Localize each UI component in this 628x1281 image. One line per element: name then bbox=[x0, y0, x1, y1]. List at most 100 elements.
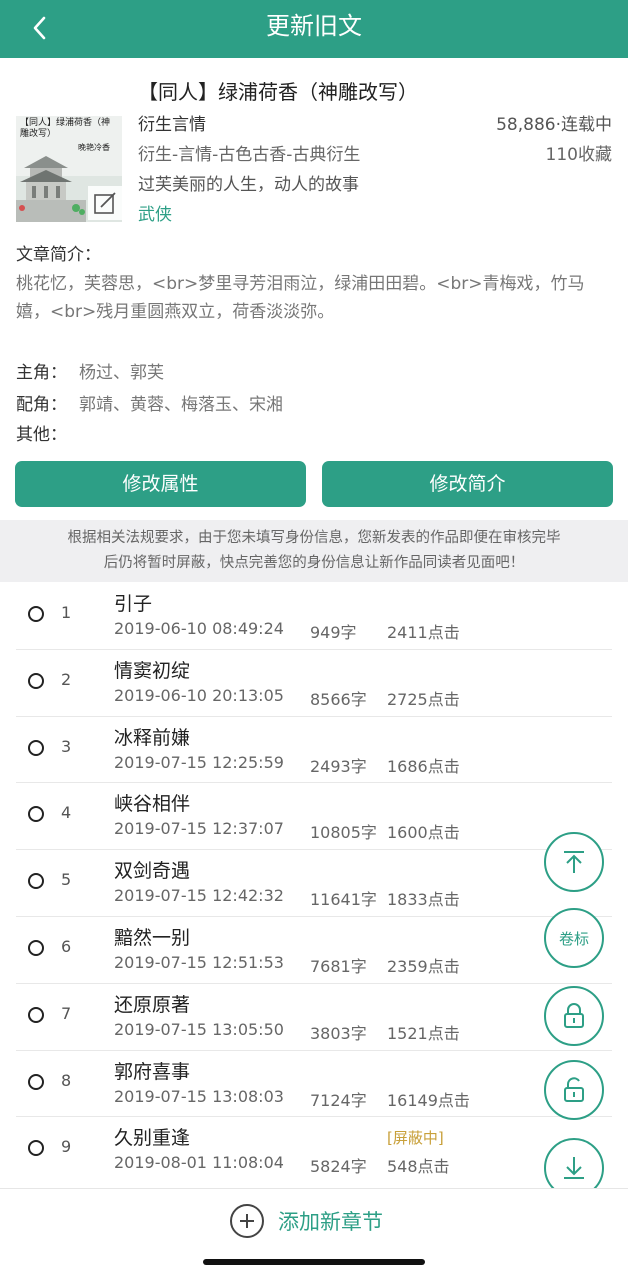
chapter-title: 情窦初绽 bbox=[114, 659, 191, 682]
chapter-row[interactable]: 2 情窦初绽 2019-06-10 20:13:05 8566字 2725点击 bbox=[16, 650, 612, 717]
chapter-clicks: 2725点击 bbox=[387, 689, 460, 709]
chapter-number: 6 bbox=[61, 936, 72, 956]
chapter-number: 8 bbox=[61, 1070, 72, 1090]
chapter-title: 黯然一别 bbox=[114, 926, 191, 949]
chapter-clicks: 2359点击 bbox=[387, 956, 460, 976]
chapter-time: 2019-07-15 12:51:53 bbox=[114, 952, 284, 972]
book-genre: 衍生言情 bbox=[138, 115, 206, 135]
other-roles-label: 其他： bbox=[16, 425, 67, 445]
chapter-words: 10805字 bbox=[310, 823, 377, 843]
chapter-select-radio[interactable] bbox=[28, 1073, 44, 1090]
chapter-time: 2019-07-15 13:05:50 bbox=[114, 1019, 284, 1039]
add-chapter-label: 添加新章节 bbox=[278, 1210, 383, 1234]
arrow-down-icon bbox=[564, 1157, 584, 1179]
chapter-time: 2019-07-15 12:25:59 bbox=[114, 752, 284, 772]
edit-attributes-button[interactable]: 修改属性 bbox=[15, 461, 306, 507]
chapter-time: 2019-06-10 08:49:24 bbox=[114, 619, 284, 638]
chapter-clicks: 548点击 bbox=[387, 1157, 450, 1177]
chapter-title: 冰释前嫌 bbox=[114, 726, 191, 749]
chapter-row[interactable]: 5 双剑奇遇 2019-07-15 12:42:32 11641字 1833点击 bbox=[16, 850, 612, 917]
chapter-row[interactable]: 3 冰释前嫌 2019-07-15 12:25:59 2493字 1686点击 bbox=[16, 717, 612, 784]
chapter-time: 2019-08-01 11:08:04 bbox=[114, 1153, 284, 1173]
volume-label-text: 卷标 bbox=[558, 929, 589, 948]
chapter-select-radio[interactable] bbox=[28, 1006, 44, 1023]
top-bar: 更新旧文 bbox=[0, 0, 628, 58]
volume-label-button[interactable]: 卷标 bbox=[544, 908, 604, 968]
chapter-clicks: 1686点击 bbox=[387, 756, 460, 776]
chapter-row[interactable]: 6 黯然一别 2019-07-15 12:51:53 7681字 2359点击 bbox=[16, 917, 612, 984]
book-tags: 衍生-言情-古色古香-古典衍生 bbox=[138, 145, 361, 165]
book-category: 武侠 bbox=[138, 205, 172, 225]
chapter-time: 2019-06-10 20:13:05 bbox=[114, 685, 284, 705]
cover-author-text: 晚艳冷香 bbox=[78, 143, 110, 152]
chapter-select-radio[interactable] bbox=[28, 806, 44, 823]
main-roles-value: 杨过、郭芙 bbox=[79, 363, 164, 383]
chapter-number: 9 bbox=[61, 1137, 72, 1157]
chapter-clicks: 1521点击 bbox=[387, 1023, 460, 1043]
chapter-clicks: 1833点击 bbox=[387, 890, 460, 910]
intro-text: 桃花忆，芙蓉思，<br>梦里寻芳泪雨泣，绿浦田田碧。<br>青梅戏，竹马嬉，<b… bbox=[16, 274, 585, 322]
cover-title-text: 【同人】绿浦荷香（神雕改写） bbox=[20, 118, 111, 139]
book-tagline: 过芙美丽的人生，动人的故事 bbox=[138, 175, 359, 195]
chapter-title: 双剑奇遇 bbox=[114, 860, 191, 883]
bottom-bar: 添加新章节 bbox=[0, 1188, 628, 1281]
chapter-select-radio[interactable] bbox=[28, 873, 44, 890]
chapter-row[interactable]: 4 峡谷相伴 2019-07-15 12:37:07 10805字 1600点击 bbox=[16, 783, 612, 851]
lock-button[interactable] bbox=[544, 986, 604, 1046]
home-indicator[interactable] bbox=[203, 1259, 425, 1265]
support-roles: 配角： 郭靖、黄蓉、梅落玉、宋湘 bbox=[16, 390, 283, 415]
chapter-select-radio[interactable] bbox=[28, 1140, 44, 1157]
chapter-clicks: 16149点击 bbox=[387, 1090, 470, 1110]
chapter-title: 峡谷相伴 bbox=[114, 793, 191, 816]
chapter-number: 4 bbox=[61, 803, 72, 823]
lock-icon bbox=[564, 1003, 584, 1028]
arrow-up-icon bbox=[564, 851, 584, 873]
chapter-clicks: 2411点击 bbox=[387, 623, 460, 642]
chapter-row[interactable]: 7 还原原著 2019-07-15 13:05:50 3803字 1521点击 bbox=[16, 984, 612, 1051]
identity-notice: 根据相关法规要求，由于您未填写身份信息，您新发表的作品即便在审核完毕 后仍将暂时… bbox=[0, 520, 628, 582]
chapter-words: 7681字 bbox=[310, 956, 367, 976]
chapter-row[interactable]: 9 久别重逢 [屏蔽中] 2019-08-01 11:08:04 5824字 5… bbox=[16, 1117, 612, 1184]
chapter-time: 2019-07-15 12:42:32 bbox=[114, 886, 284, 906]
chapter-row[interactable]: 8 郭府喜事 2019-07-15 13:08:03 7124字 16149点击 bbox=[16, 1051, 612, 1118]
main-roles-label: 主角： bbox=[16, 363, 67, 383]
chapter-time: 2019-07-15 12:37:07 bbox=[114, 819, 284, 839]
chapter-number: 3 bbox=[61, 736, 72, 756]
chapter-title: 引子 bbox=[114, 593, 153, 615]
edit-icon bbox=[94, 192, 116, 214]
chapter-select-radio[interactable] bbox=[28, 672, 44, 689]
add-chapter-button[interactable]: 添加新章节 bbox=[230, 1201, 383, 1241]
chapter-words: 5824字 bbox=[310, 1157, 367, 1177]
page-title: 更新旧文 bbox=[266, 12, 362, 40]
other-roles: 其他： bbox=[16, 420, 79, 445]
intro-label: 文章简介： bbox=[16, 245, 101, 265]
chapter-time: 2019-07-15 13:08:03 bbox=[114, 1086, 284, 1106]
unlock-button[interactable] bbox=[544, 1060, 604, 1120]
chapter-select-radio[interactable] bbox=[28, 606, 44, 622]
notice-line-1: 根据相关法规要求，由于您未填写身份信息，您新发表的作品即便在审核完毕 bbox=[67, 530, 561, 546]
chapter-words: 949字 bbox=[310, 623, 357, 642]
chapter-number: 2 bbox=[61, 669, 72, 689]
chapter-words: 8566字 bbox=[310, 689, 367, 709]
chapter-words: 2493字 bbox=[310, 756, 367, 776]
edit-intro-button[interactable]: 修改简介 bbox=[322, 461, 613, 507]
book-stats: 58,886·连载中 bbox=[496, 115, 612, 135]
chapter-select-radio[interactable] bbox=[28, 739, 44, 756]
chapter-number: 7 bbox=[61, 1003, 72, 1023]
favorites-count: 110收藏 bbox=[545, 145, 612, 165]
book-cover[interactable]: 【同人】绿浦荷香（神雕改写） 晚艳冷香 bbox=[16, 116, 122, 222]
chapter-status-badge: [屏蔽中] bbox=[387, 1129, 444, 1148]
chapter-number: 1 bbox=[61, 603, 72, 622]
chapter-row[interactable]: 1 引子 2019-06-10 08:49:24 949字 2411点击 bbox=[16, 583, 612, 650]
chapter-words: 3803字 bbox=[310, 1023, 367, 1043]
main-roles: 主角： 杨过、郭芙 bbox=[16, 358, 164, 383]
plus-icon bbox=[230, 1204, 264, 1238]
support-roles-label: 配角： bbox=[16, 395, 67, 415]
book-title: 【同人】绿浦荷香（神雕改写） bbox=[138, 80, 418, 104]
chapter-words: 11641字 bbox=[310, 890, 377, 910]
scroll-top-button[interactable] bbox=[544, 832, 604, 892]
chapter-clicks: 1600点击 bbox=[387, 823, 460, 843]
chapter-words: 7124字 bbox=[310, 1090, 367, 1110]
chapter-select-radio[interactable] bbox=[28, 939, 44, 956]
edit-cover-button[interactable] bbox=[88, 186, 122, 220]
